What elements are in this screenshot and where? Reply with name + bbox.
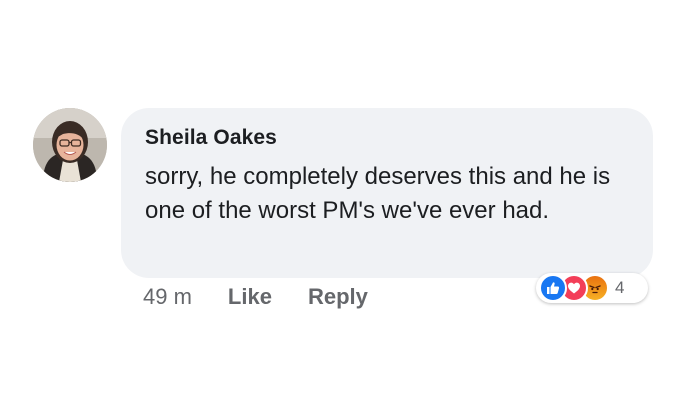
comment-timestamp[interactable]: 49 m — [143, 284, 192, 310]
avatar[interactable] — [33, 108, 107, 182]
comment-author[interactable]: Sheila Oakes — [145, 126, 277, 150]
comment-actions: 49 m Like Reply — [143, 284, 368, 310]
like-button[interactable]: Like — [228, 284, 272, 310]
comment-text: sorry, he completely deserves this and h… — [145, 163, 611, 224]
comment-bubble: Sheila Oakes sorry, he completely deserv… — [121, 108, 653, 278]
like-icon — [539, 274, 567, 302]
profile-photo-icon — [33, 108, 107, 182]
reactions-summary[interactable]: 4 — [536, 273, 648, 303]
reaction-count: 4 — [615, 278, 625, 297]
reply-button[interactable]: Reply — [308, 284, 368, 310]
comment: Sheila Oakes sorry, he completely deserv… — [0, 0, 700, 420]
